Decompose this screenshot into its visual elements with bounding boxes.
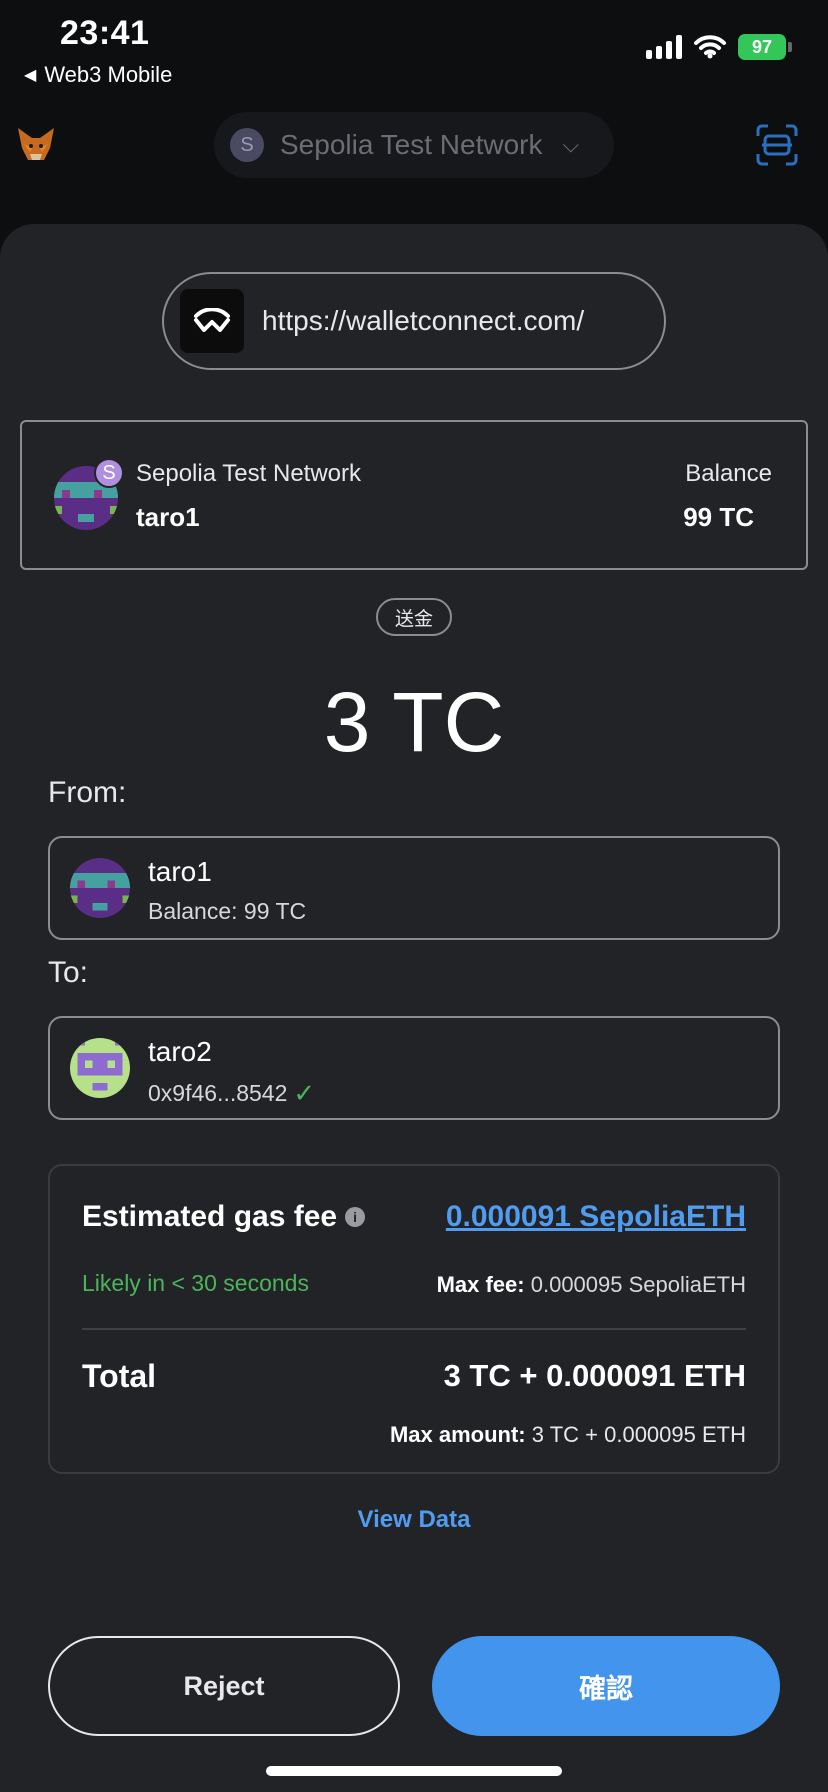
info-icon[interactable]: i xyxy=(345,1207,366,1227)
wifi-icon xyxy=(694,35,726,59)
max-amount-label: Max amount: xyxy=(389,1422,526,1447)
scan-qr-icon[interactable] xyxy=(756,124,798,166)
status-time: 23:41 xyxy=(60,14,150,52)
transaction-amount: 3 TC xyxy=(323,675,505,769)
max-fee: Max fee: 0.000095 SepoliaETH xyxy=(437,1272,746,1298)
walletconnect-logo-icon xyxy=(180,289,244,353)
status-indicators: 97 xyxy=(646,34,792,60)
account-card: S Sepolia Test Network taro1 Balance 99 … xyxy=(20,420,808,570)
gas-fee-title-row: Estimated gas fee i xyxy=(82,1200,366,1234)
max-amount: Max amount: 3 TC + 0.000095 ETH xyxy=(390,1422,746,1448)
reject-button[interactable]: Reject xyxy=(48,1636,400,1736)
from-account: taro1 Balance: 99 TC xyxy=(48,836,780,940)
balance-label: Balance xyxy=(685,460,772,487)
check-icon: ✓ xyxy=(293,1078,316,1108)
view-data-link[interactable]: View Data xyxy=(0,1506,828,1534)
from-label: From: xyxy=(48,776,127,809)
gas-fee-title: Estimated gas fee xyxy=(82,1200,338,1233)
signal-icon xyxy=(646,35,682,59)
network-name: Sepolia Test Network xyxy=(280,129,543,160)
network-badge: S xyxy=(94,458,124,488)
origin-pill: https://walletconnect.com/ xyxy=(162,272,666,370)
home-indicator[interactable] xyxy=(266,1766,562,1776)
gas-fee-value-link[interactable]: 0.000091 SepoliaETH xyxy=(446,1200,746,1234)
from-avatar xyxy=(70,858,130,918)
balance-value: 99 TC xyxy=(683,502,754,532)
network-avatar: S xyxy=(230,128,264,162)
confirm-button[interactable]: 確認 xyxy=(432,1636,780,1736)
battery-icon: 97 xyxy=(738,34,792,60)
chevron-down-icon: ⌵ xyxy=(562,132,580,157)
gas-fee-box: Estimated gas fee i 0.000091 SepoliaETH … xyxy=(48,1164,780,1474)
max-fee-value: 0.000095 SepoliaETH xyxy=(530,1272,746,1297)
total-label: Total xyxy=(82,1358,157,1394)
back-to-app-link[interactable]: ◀ Web3 Mobile xyxy=(24,62,172,88)
origin-url: https://walletconnect.com/ xyxy=(262,305,585,336)
to-address-row: 0x9f46...8542 ✓ xyxy=(148,1078,315,1109)
account-name: taro1 xyxy=(136,502,200,532)
to-label: To: xyxy=(48,956,89,989)
network-selector[interactable]: S Sepolia Test Network ⌵ xyxy=(214,112,614,178)
battery-level: 97 xyxy=(738,34,786,60)
fee-timing: Likely in < 30 seconds xyxy=(82,1270,309,1296)
back-triangle-icon: ◀ xyxy=(24,67,37,84)
account-network: Sepolia Test Network xyxy=(136,460,361,487)
divider xyxy=(82,1328,746,1330)
to-avatar xyxy=(70,1038,130,1098)
from-name: taro1 xyxy=(148,856,212,887)
from-balance: Balance: 99 TC xyxy=(148,898,307,924)
to-account: taro2 0x9f46...8542 ✓ xyxy=(48,1016,780,1120)
to-address: 0x9f46...8542 xyxy=(148,1080,288,1106)
transaction-sheet: https://walletconnect.com/ S Sepolia Tes… xyxy=(0,224,828,1792)
max-amount-value: 3 TC + 0.000095 ETH xyxy=(531,1422,746,1447)
transaction-type-badge: 送金 xyxy=(376,598,452,636)
back-app-label: Web3 Mobile xyxy=(44,62,173,87)
metamask-fox-icon[interactable] xyxy=(16,126,56,164)
max-fee-label: Max fee: xyxy=(436,1272,525,1297)
total-value: 3 TC + 0.000091 ETH xyxy=(443,1358,746,1393)
to-name: taro2 xyxy=(148,1036,212,1067)
